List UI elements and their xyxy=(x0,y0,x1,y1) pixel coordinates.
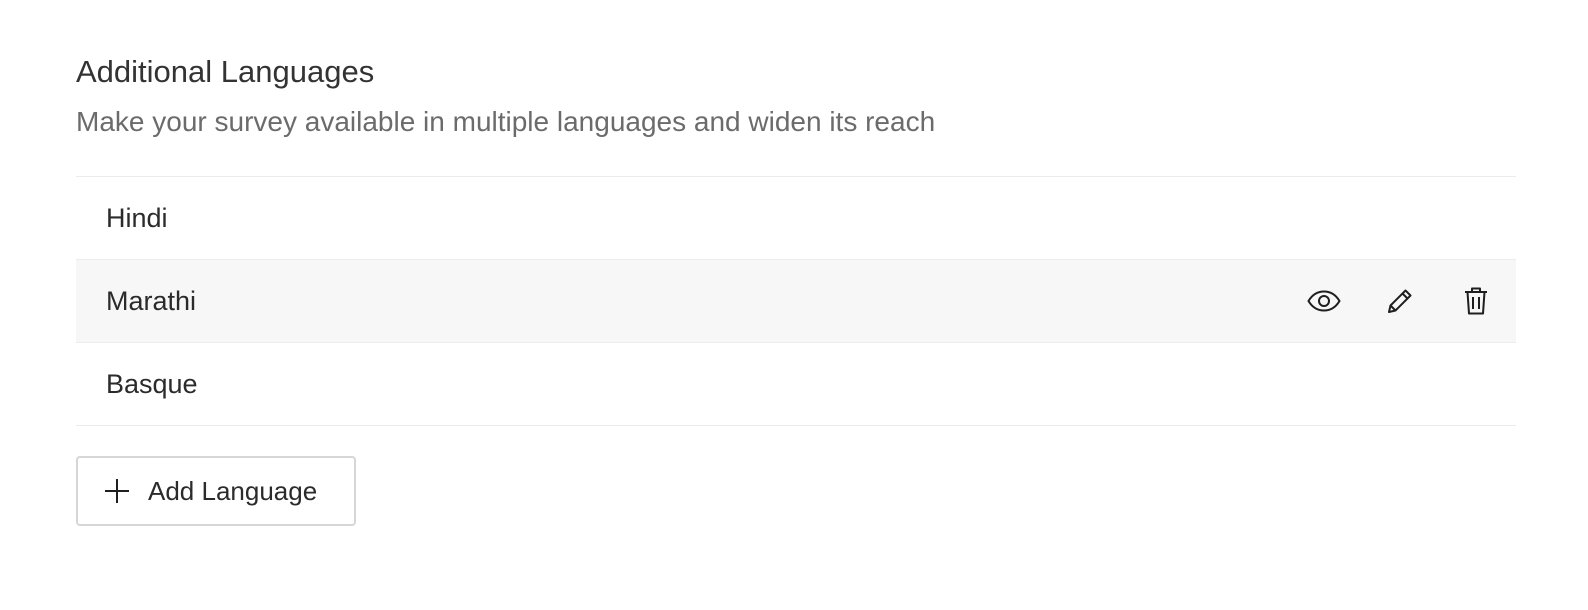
language-list: Hindi Marathi Basque xyxy=(76,176,1516,426)
add-language-button[interactable]: Add Language xyxy=(76,456,356,526)
additional-languages-section: Additional Languages Make your survey av… xyxy=(76,52,1516,526)
pencil-icon[interactable] xyxy=(1382,283,1418,319)
eye-icon[interactable] xyxy=(1306,283,1342,319)
language-name: Basque xyxy=(106,368,198,399)
language-name: Hindi xyxy=(106,202,168,233)
add-language-label: Add Language xyxy=(148,475,318,506)
language-row-basque[interactable]: Basque xyxy=(76,343,1516,426)
section-subtitle: Make your survey available in multiple l… xyxy=(76,106,936,137)
language-name: Marathi xyxy=(106,285,197,316)
section-title: Additional Languages xyxy=(76,54,375,89)
row-actions xyxy=(1306,283,1494,319)
trash-icon[interactable] xyxy=(1458,283,1494,319)
plus-icon xyxy=(104,478,130,504)
language-row-marathi[interactable]: Marathi xyxy=(76,260,1516,343)
language-row-hindi[interactable]: Hindi xyxy=(76,177,1516,260)
